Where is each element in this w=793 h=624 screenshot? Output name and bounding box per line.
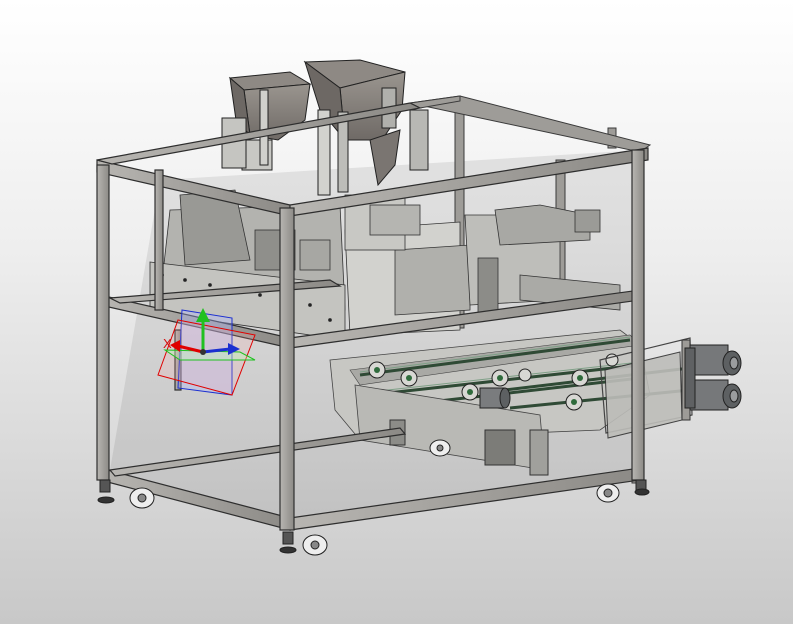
cad-viewport[interactable]: X: [0, 0, 793, 624]
machine-model[interactable]: X: [0, 0, 793, 624]
x-axis-label: X: [163, 336, 172, 351]
